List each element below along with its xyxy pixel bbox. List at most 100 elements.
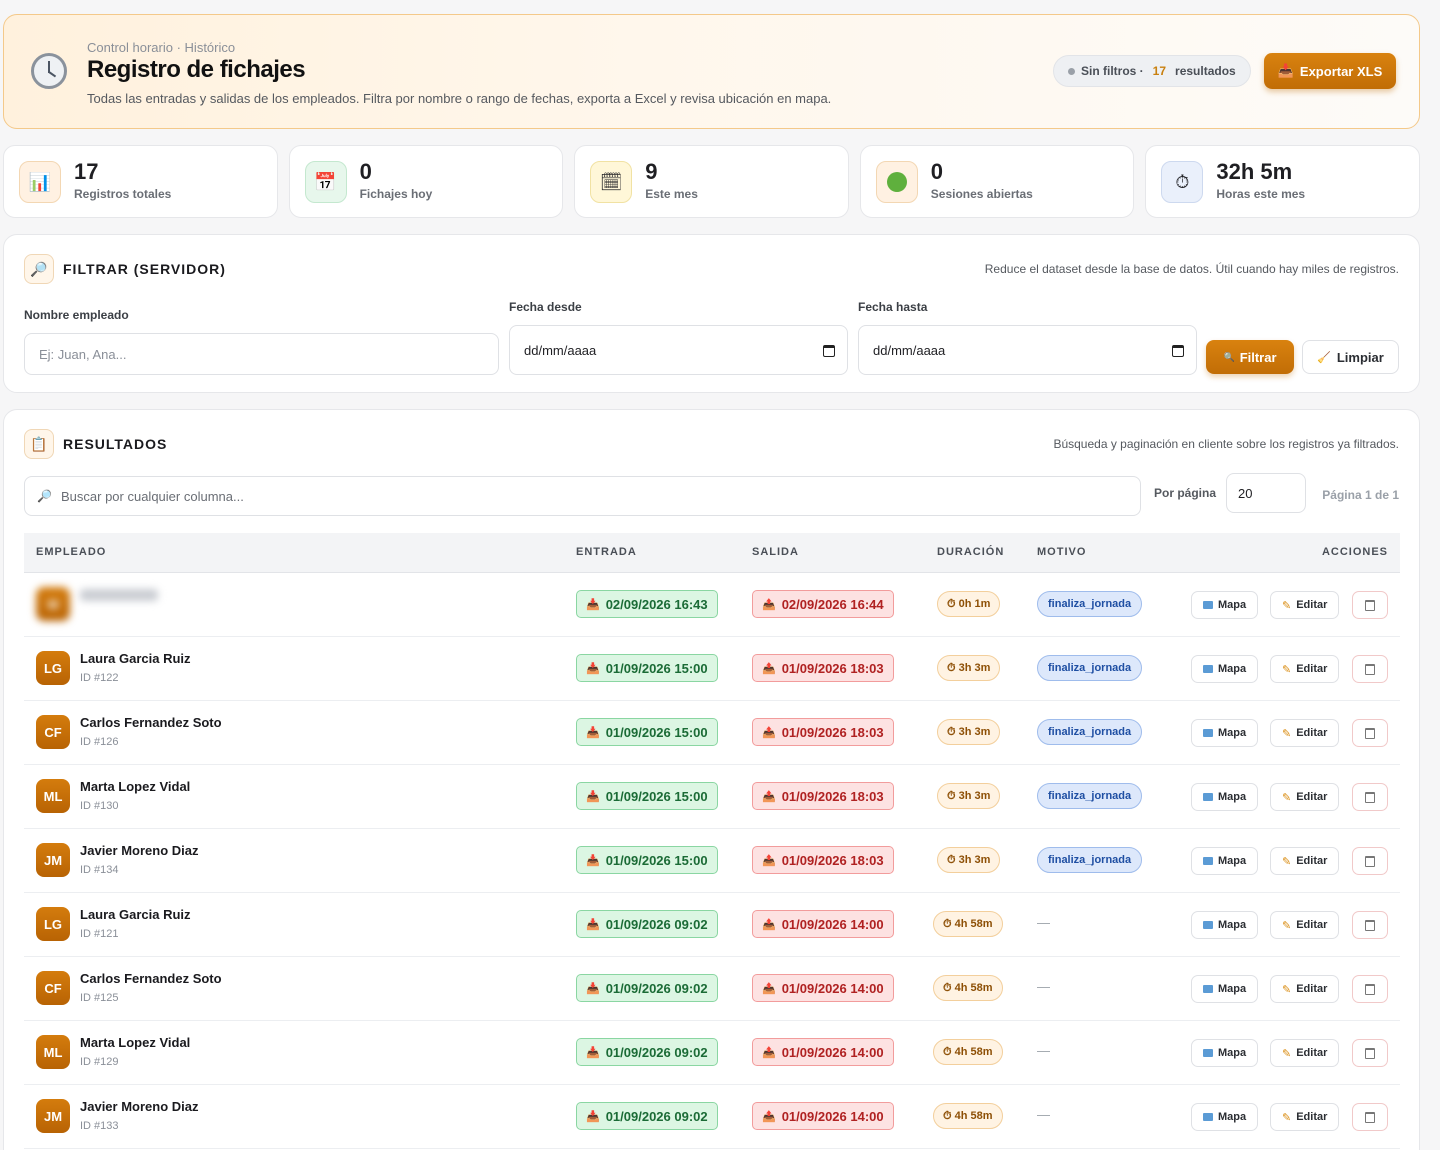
avatar: CF [36, 715, 70, 749]
stat-card-today: 📅 0 Fichajes hoy [288, 145, 564, 218]
edit-button[interactable]: ✎ Editar [1270, 847, 1340, 875]
map-icon [1203, 921, 1213, 929]
stat-card-month: 🗓 9 Este mes [574, 145, 849, 218]
employee-name: Javier Moreno Diaz [80, 843, 199, 858]
edit-button-label: Editar [1296, 855, 1328, 867]
delete-button[interactable] [1352, 591, 1388, 619]
edit-button[interactable]: ✎ Editar [1270, 783, 1340, 811]
motivo-badge: finaliza_jornada [1037, 847, 1143, 873]
edit-button[interactable]: ✎ Editar [1270, 911, 1340, 939]
inbox-tray-icon: 📥 [586, 1110, 600, 1123]
map-button[interactable]: Mapa [1191, 1103, 1259, 1131]
delete-button[interactable] [1352, 975, 1388, 1003]
filter-button[interactable]: 🔍 Filtrar [1206, 340, 1294, 374]
outbox-tray-icon: 📤 [762, 790, 776, 803]
stats-row: 📊 17 Registros totales 📅 0 Fichajes hoy … [3, 145, 1420, 218]
employee-name: Carlos Fernandez Soto [80, 715, 222, 730]
delete-button[interactable] [1352, 655, 1388, 683]
avatar: JM [36, 843, 70, 877]
export-xls-button[interactable]: 📥 Exportar XLS [1264, 53, 1396, 89]
table-header: EMPLEADO ENTRADA SALIDA DURACIÓN MOTIVO … [24, 533, 1400, 573]
employee-id: ID #134 [80, 864, 119, 876]
map-button[interactable]: Mapa [1191, 783, 1259, 811]
salida-value: 01/09/2026 18:03 [781, 660, 884, 676]
employee-name: Marta Lopez Vidal [80, 1035, 191, 1050]
date-from-input[interactable]: dd/mm/aaaa [509, 325, 848, 375]
map-icon [1203, 665, 1213, 673]
search-input[interactable]: 🔎 Buscar por cualquier columna... [24, 476, 1141, 516]
delete-button[interactable] [1352, 1039, 1388, 1067]
map-button[interactable]: Mapa [1191, 1039, 1259, 1067]
edit-button[interactable]: ✎ Editar [1270, 1039, 1340, 1067]
outbox-tray-icon: 📤 [762, 598, 776, 611]
avatar: LG [36, 907, 70, 941]
map-button[interactable]: Mapa [1191, 911, 1259, 939]
edit-button-label: Editar [1296, 727, 1328, 739]
timer-icon: ⏱ [943, 1045, 952, 1058]
inbox-tray-icon: 📥 [586, 662, 600, 675]
map-button-label: Mapa [1218, 727, 1247, 739]
filter-note: Reduce el dataset desde la base de datos… [984, 262, 1399, 276]
map-icon [1203, 729, 1213, 737]
edit-button[interactable]: ✎ Editar [1270, 719, 1340, 747]
calendar-picker-icon[interactable] [1172, 345, 1184, 357]
calendar-picker-icon[interactable] [823, 345, 835, 357]
edit-button[interactable]: ✎ Editar [1270, 975, 1340, 1003]
duration-badge: ⏱ 4h 58m [933, 975, 1003, 1001]
duration-value: 3h 3m [958, 790, 991, 802]
timer-icon: ⏱ [947, 661, 956, 674]
map-button[interactable]: Mapa [1191, 655, 1259, 683]
pencil-icon: ✎ [1282, 599, 1292, 612]
table-row: LG Laura Garcia Ruiz ID #122 📥 01/09/202… [24, 637, 1400, 701]
pencil-icon: ✎ [1282, 791, 1292, 804]
delete-button[interactable] [1352, 1103, 1388, 1131]
employee-id: ID #133 [80, 1120, 119, 1132]
delete-button[interactable] [1352, 847, 1388, 875]
date-to-input[interactable]: dd/mm/aaaa [858, 325, 1197, 375]
trash-icon [1365, 919, 1375, 931]
filter-button-label: Filtrar [1239, 349, 1277, 365]
search-placeholder: Buscar por cualquier columna... [61, 488, 244, 504]
table-row: M 📥 02/09/2026 16:43 📤 02/09/2026 16:44 … [24, 573, 1400, 637]
employee-name-input[interactable]: Ej: Juan, Ana... [24, 333, 499, 375]
motivo-badge: finaliza_jornada [1037, 591, 1143, 617]
delete-button[interactable] [1352, 911, 1388, 939]
map-button[interactable]: Mapa [1191, 847, 1259, 875]
column-header-duracion[interactable]: DURACIÓN [937, 546, 1004, 558]
trash-icon [1365, 1111, 1375, 1123]
outbox-tray-icon: 📤 [762, 1110, 776, 1123]
motivo-badge: finaliza_jornada [1037, 783, 1143, 809]
delete-button[interactable] [1352, 783, 1388, 811]
map-button-label: Mapa [1218, 983, 1247, 995]
map-button[interactable]: Mapa [1191, 975, 1259, 1003]
employee-name-label: Nombre empleado [24, 308, 129, 322]
delete-button[interactable] [1352, 719, 1388, 747]
entrada-value: 01/09/2026 15:00 [605, 724, 708, 740]
clear-button[interactable]: 🧹 Limpiar [1302, 340, 1399, 374]
stat-card-open-sessions: 0 Sesiones abiertas [859, 145, 1135, 218]
salida-value: 01/09/2026 18:03 [781, 724, 884, 740]
duration-badge: ⏱ 0h 1m [937, 591, 1001, 617]
timer-icon: ⏱ [947, 597, 956, 610]
edit-button[interactable]: ✎ Editar [1270, 655, 1340, 683]
results-label: resultados [1175, 64, 1236, 78]
duration-badge: ⏱ 3h 3m [937, 655, 1001, 681]
entrada-badge: 📥 01/09/2026 09:02 [576, 1038, 718, 1066]
map-button-label: Mapa [1218, 855, 1247, 867]
column-header-motivo[interactable]: MOTIVO [1037, 546, 1086, 558]
per-page-input[interactable]: 20 [1226, 473, 1306, 513]
edit-button-label: Editar [1296, 663, 1328, 675]
edit-button[interactable]: ✎ Editar [1270, 591, 1340, 619]
salida-value: 01/09/2026 14:00 [781, 1044, 884, 1060]
map-icon [1203, 985, 1213, 993]
table-row: ML Marta Lopez Vidal ID #129 📥 01/09/202… [24, 1021, 1400, 1085]
map-button[interactable]: Mapa [1191, 719, 1259, 747]
map-button[interactable]: Mapa [1191, 591, 1259, 619]
column-header-salida[interactable]: SALIDA [752, 546, 799, 558]
search-icon: 🔎 [37, 489, 52, 503]
filter-title: FILTRAR (SERVIDOR) [63, 261, 226, 277]
column-header-entrada[interactable]: ENTRADA [576, 546, 637, 558]
motivo-empty: — [1037, 915, 1050, 930]
column-header-employee[interactable]: EMPLEADO [36, 546, 106, 558]
edit-button[interactable]: ✎ Editar [1270, 1103, 1340, 1131]
